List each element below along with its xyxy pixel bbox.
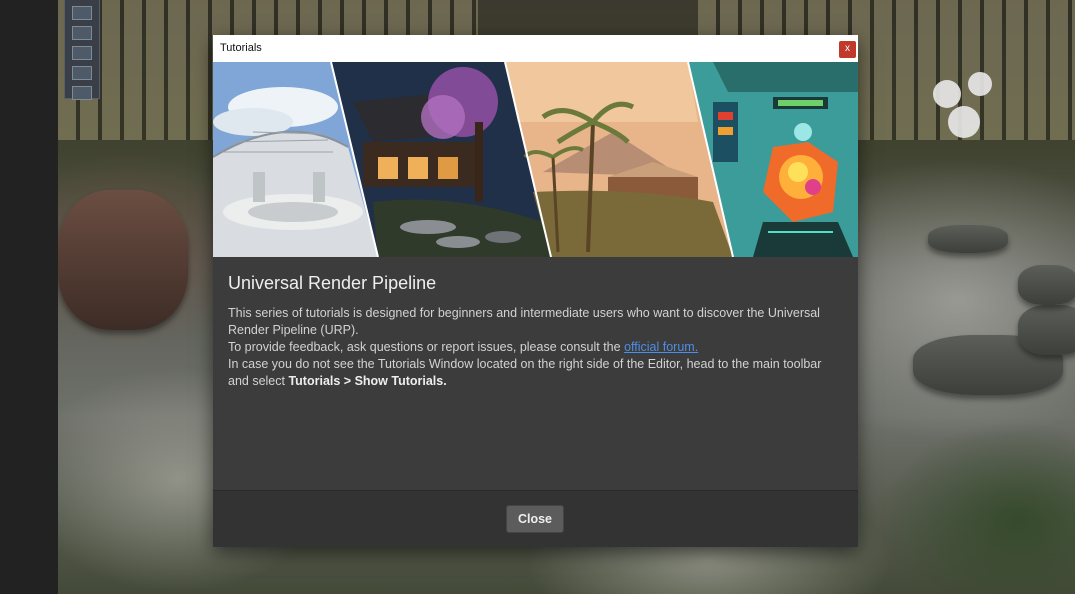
tutorial-banner-image [213, 62, 858, 257]
garden-planter [58, 190, 188, 330]
tutorial-description: This series of tutorials is designed for… [228, 305, 843, 390]
tutorials-dialog: Tutorials x Universal Render Pipeline Th… [213, 35, 858, 547]
editor-left-panel [0, 0, 58, 594]
gizmo-button[interactable] [72, 86, 92, 100]
scene-light-gizmo [948, 106, 980, 138]
gizmo-button[interactable] [72, 26, 92, 40]
close-button[interactable]: Close [506, 505, 564, 533]
scene-light-gizmo [933, 80, 961, 108]
scene-light-gizmo [968, 72, 992, 96]
official-forum-link[interactable]: official forum. [624, 340, 698, 354]
stepping-stone [1018, 265, 1075, 305]
close-icon[interactable]: x [839, 41, 856, 58]
gizmo-button[interactable] [72, 66, 92, 80]
gizmo-button[interactable] [72, 46, 92, 60]
tutorial-heading: Universal Render Pipeline [228, 273, 437, 293]
dialog-content: Universal Render Pipeline This series of… [213, 257, 858, 490]
menu-path-text: Tutorials > Show Tutorials. [288, 374, 447, 388]
dialog-footer: Close [213, 490, 858, 547]
gizmo-button[interactable] [72, 6, 92, 20]
dialog-titlebar[interactable]: Tutorials x [213, 35, 858, 62]
feedback-paragraph: To provide feedback, ask questions or re… [228, 339, 843, 356]
scene-toolbar-gizmo[interactable] [64, 0, 100, 100]
instructions-paragraph: In case you do not see the Tutorials Win… [228, 356, 843, 390]
dialog-title: Tutorials [220, 42, 262, 54]
feedback-text: To provide feedback, ask questions or re… [228, 340, 625, 354]
stepping-stone [928, 225, 1008, 253]
description-paragraph: This series of tutorials is designed for… [228, 306, 820, 337]
stepping-stone [1018, 305, 1075, 355]
